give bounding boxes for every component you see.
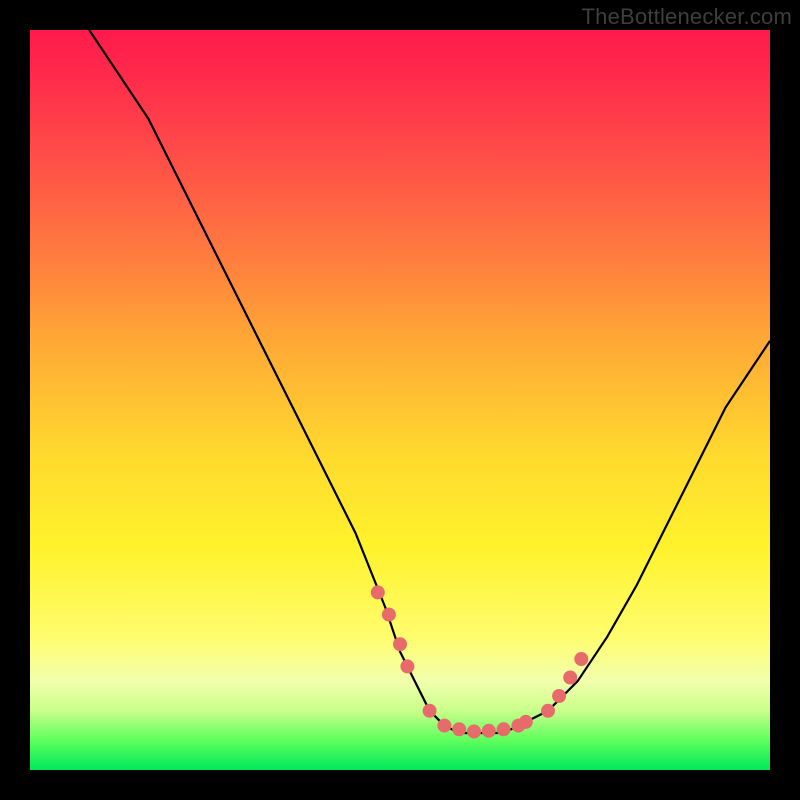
marker-point <box>497 722 511 736</box>
marker-point <box>519 715 533 729</box>
marker-point <box>563 671 577 685</box>
chart-frame: TheBottlenecker.com <box>0 0 800 800</box>
marker-point <box>541 704 555 718</box>
highlight-points <box>371 585 589 738</box>
marker-point <box>371 585 385 599</box>
curve-layer <box>30 30 770 770</box>
marker-point <box>552 689 566 703</box>
marker-point <box>437 719 451 733</box>
marker-point <box>382 608 396 622</box>
marker-point <box>467 725 481 739</box>
marker-point <box>452 722 466 736</box>
marker-point <box>574 652 588 666</box>
marker-point <box>482 724 496 738</box>
marker-point <box>393 637 407 651</box>
bottleneck-curve <box>89 30 770 733</box>
attribution-label: TheBottlenecker.com <box>582 4 792 30</box>
marker-point <box>423 704 437 718</box>
plot-area <box>30 30 770 770</box>
marker-point <box>400 659 414 673</box>
